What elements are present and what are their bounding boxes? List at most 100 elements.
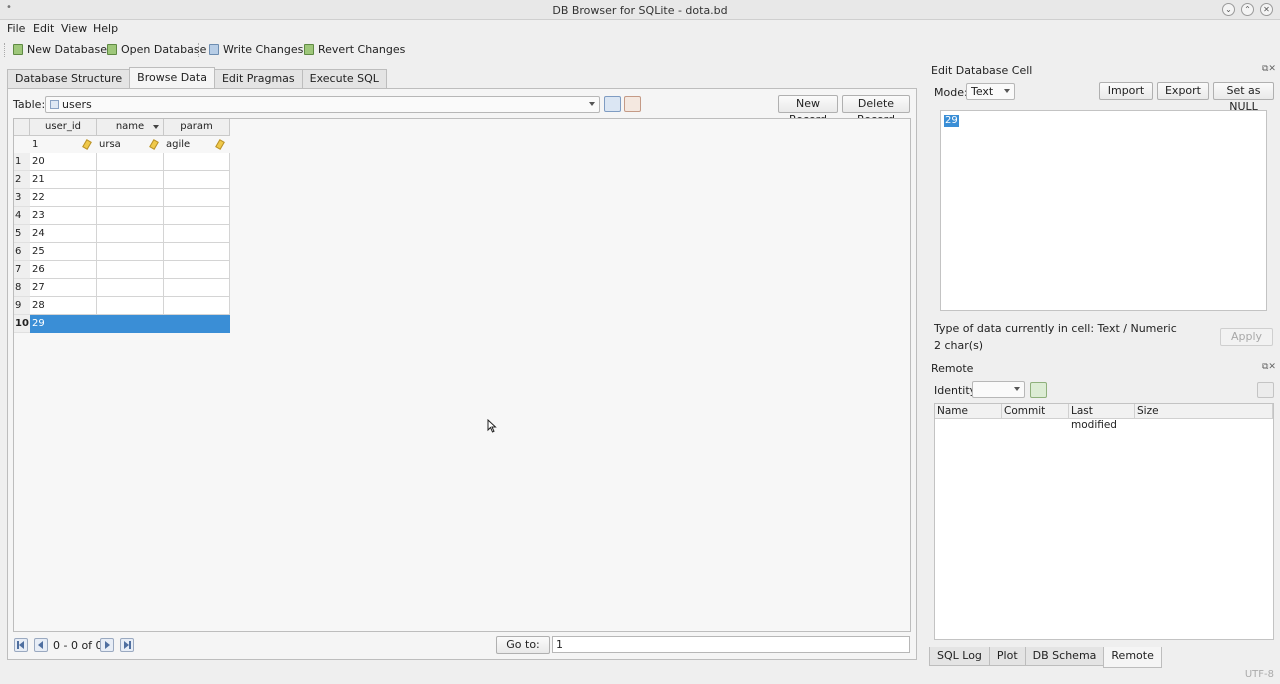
remote-col-name[interactable]: Name: [935, 404, 1002, 419]
grid-cell-name[interactable]: [97, 189, 164, 207]
grid-cell-user-id[interactable]: 26: [30, 261, 97, 279]
grid-cell-name[interactable]: [97, 171, 164, 189]
push-database-button[interactable]: [1257, 382, 1274, 398]
tab-edit-pragmas[interactable]: Edit Pragmas: [213, 69, 303, 88]
main-tabs: Database Structure Browse Data Edit Prag…: [7, 67, 387, 89]
grid-cell-param[interactable]: [164, 171, 230, 189]
grid-cell-param[interactable]: [164, 189, 230, 207]
tab-sql-log[interactable]: SQL Log: [929, 647, 990, 666]
row-number[interactable]: 7: [14, 261, 30, 279]
column-header-param[interactable]: param: [164, 119, 230, 136]
table-label: Table:: [13, 98, 46, 111]
tab-db-schema[interactable]: DB Schema: [1024, 647, 1105, 666]
tab-browse-data[interactable]: Browse Data: [129, 67, 215, 88]
tab-database-structure[interactable]: Database Structure: [7, 69, 131, 88]
minimize-button[interactable]: ⌄: [1222, 3, 1235, 16]
row-number[interactable]: 10: [14, 315, 30, 333]
grid-cell-param[interactable]: [164, 225, 230, 243]
row-number[interactable]: 3: [14, 189, 30, 207]
open-database-button[interactable]: Open Database: [107, 43, 206, 56]
skip-last-icon: [129, 641, 131, 649]
grid-cell-name[interactable]: [97, 261, 164, 279]
first-record-button[interactable]: [14, 638, 28, 652]
mode-select[interactable]: Text: [966, 83, 1015, 100]
grid-cell-param[interactable]: [164, 243, 230, 261]
delete-record-button[interactable]: Delete Record: [842, 95, 910, 126]
remote-col-size[interactable]: Size: [1135, 404, 1273, 419]
menu-file[interactable]: File: [7, 22, 25, 35]
maximize-button[interactable]: ⌃: [1241, 3, 1254, 16]
row-number[interactable]: 4: [14, 207, 30, 225]
goto-input[interactable]: 1: [552, 636, 910, 653]
grid-cell-name[interactable]: [97, 297, 164, 315]
tab-plot[interactable]: Plot: [988, 647, 1026, 666]
row-number[interactable]: 1: [14, 153, 30, 171]
grid-cell-user-id[interactable]: 29: [30, 315, 97, 333]
dock-float-close-icon[interactable]: ⧉✕: [1262, 64, 1276, 74]
grid-corner[interactable]: [14, 119, 30, 136]
grid-cell-user-id[interactable]: 23: [30, 207, 97, 225]
grid-cell-user-id[interactable]: 24: [30, 225, 97, 243]
grid-cell-param[interactable]: [164, 315, 230, 333]
remote-col-commit[interactable]: Commit: [1002, 404, 1069, 419]
new-database-button[interactable]: New Database: [13, 43, 107, 56]
filter-name[interactable]: ursa: [97, 137, 164, 153]
menu-view[interactable]: View: [61, 22, 87, 35]
menu-edit[interactable]: Edit: [33, 22, 54, 35]
grid-cell-name[interactable]: [97, 207, 164, 225]
export-button[interactable]: Export: [1157, 82, 1209, 100]
tab-execute-sql[interactable]: Execute SQL: [301, 69, 387, 88]
grid-cell-param[interactable]: [164, 297, 230, 315]
filter-param-value: agile: [166, 139, 191, 150]
identity-select[interactable]: [972, 381, 1025, 398]
row-number[interactable]: 8: [14, 279, 30, 297]
grid-cell-user-id[interactable]: 27: [30, 279, 97, 297]
toolbar-grip: [4, 43, 6, 57]
write-changes-button[interactable]: Write Changes: [209, 43, 303, 56]
cell-editor[interactable]: 29: [940, 110, 1267, 311]
new-record-button[interactable]: New Record: [778, 95, 838, 126]
grid-cell-name[interactable]: [97, 279, 164, 297]
grid-cell-user-id[interactable]: 25: [30, 243, 97, 261]
last-record-button[interactable]: [120, 638, 134, 652]
grid-cell-name[interactable]: [97, 153, 164, 171]
grid-cell-param[interactable]: [164, 153, 230, 171]
remote-col-last-modified[interactable]: Last modified: [1069, 404, 1135, 431]
import-button[interactable]: Import: [1099, 82, 1153, 100]
set-null-button[interactable]: Set as NULL: [1213, 82, 1274, 113]
grid-cell-user-id[interactable]: 20: [30, 153, 97, 171]
filter-user-id[interactable]: 1: [30, 137, 97, 153]
grid-cell-param[interactable]: [164, 279, 230, 297]
apply-button[interactable]: Apply: [1220, 328, 1273, 346]
tab-remote[interactable]: Remote: [1103, 647, 1162, 668]
row-number[interactable]: 6: [14, 243, 30, 261]
previous-record-button[interactable]: [34, 638, 48, 652]
triangle-right-icon: [105, 641, 110, 649]
grid-cell-name[interactable]: [97, 243, 164, 261]
column-header-user-id[interactable]: user_id: [30, 119, 97, 136]
grid-cell-param[interactable]: [164, 261, 230, 279]
grid-cell-name[interactable]: [97, 315, 164, 333]
add-identity-button[interactable]: [1030, 382, 1047, 398]
column-header-name[interactable]: name: [97, 119, 164, 136]
grid-cell-name[interactable]: [97, 225, 164, 243]
table-select[interactable]: users: [45, 96, 600, 113]
menu-help[interactable]: Help: [93, 22, 118, 35]
clear-filters-button[interactable]: [624, 96, 641, 112]
filter-param[interactable]: agile: [164, 137, 230, 153]
grid-cell-user-id[interactable]: 22: [30, 189, 97, 207]
close-button[interactable]: ✕: [1260, 3, 1273, 16]
grid-cell-user-id[interactable]: 28: [30, 297, 97, 315]
grid-cell-user-id[interactable]: 21: [30, 171, 97, 189]
write-changes-label: Write Changes: [223, 43, 304, 56]
row-number[interactable]: 5: [14, 225, 30, 243]
dock-float-close-icon[interactable]: ⧉✕: [1262, 362, 1276, 372]
row-number[interactable]: 9: [14, 297, 30, 315]
refresh-button[interactable]: [604, 96, 621, 112]
row-number[interactable]: 2: [14, 171, 30, 189]
next-record-button[interactable]: [100, 638, 114, 652]
write-changes-icon: [209, 44, 219, 55]
revert-changes-button[interactable]: Revert Changes: [304, 43, 405, 56]
goto-button[interactable]: Go to:: [496, 636, 550, 654]
grid-cell-param[interactable]: [164, 207, 230, 225]
